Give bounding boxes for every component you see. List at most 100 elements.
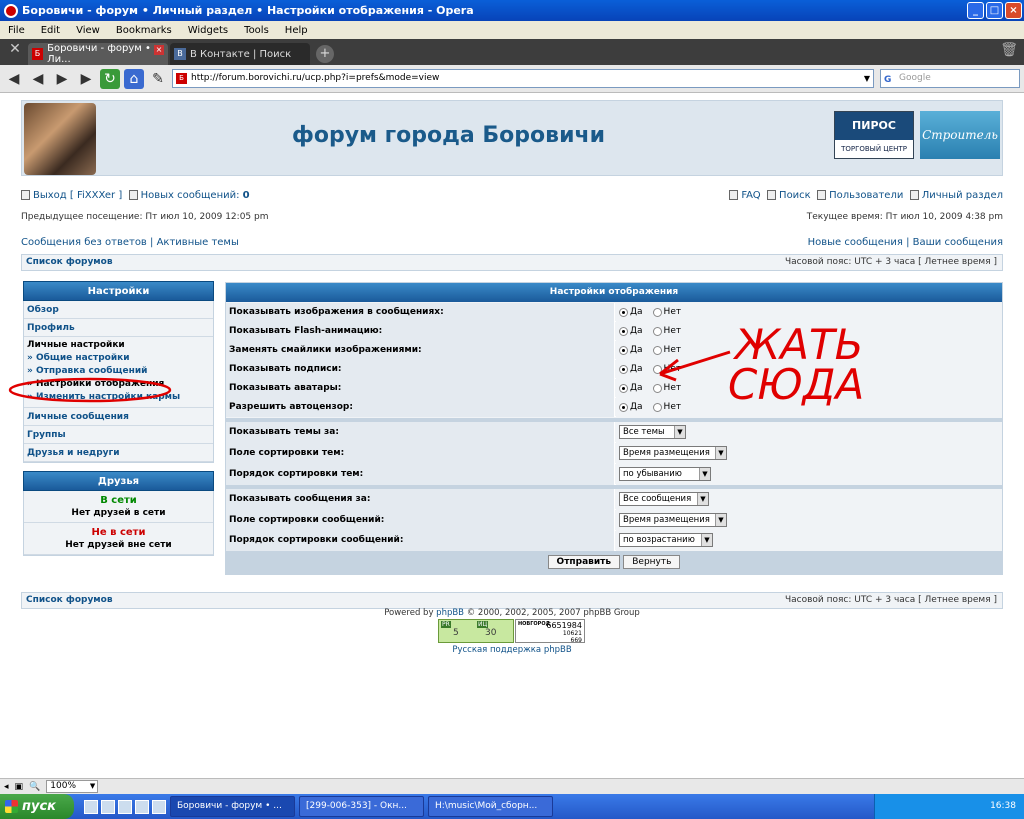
topic-sort-key-select[interactable]: Время размещения ▼ xyxy=(619,445,727,460)
ql-icon[interactable] xyxy=(84,799,98,814)
topic-sort-dir-select[interactable]: по убыванию ▼ xyxy=(619,466,711,481)
rewind-icon[interactable]: ◀ xyxy=(28,69,48,89)
your-posts-link[interactable]: Ваши сообщения xyxy=(913,237,1003,248)
no-radio[interactable] xyxy=(652,345,662,355)
sidebar-item-friends-foes[interactable]: Друзья и недруги xyxy=(24,444,213,462)
forward-icon[interactable]: ▶ xyxy=(52,69,72,89)
sidebar-item-overview[interactable]: Обзор xyxy=(24,301,213,319)
window-titlebar: Боровичи - форум • Личный раздел • Настр… xyxy=(0,0,1024,21)
address-bar[interactable]: Б http://forum.borovichi.ru/ucp.php?i=pr… xyxy=(172,69,874,88)
no-radio[interactable] xyxy=(652,364,662,374)
address-dropdown-icon[interactable]: ▼ xyxy=(864,70,870,87)
back-icon[interactable]: ◀ xyxy=(4,69,24,89)
post-sort-dir-select[interactable]: по возрастанию ▼ xyxy=(619,532,713,547)
chevron-down-icon: ▼ xyxy=(699,467,710,480)
sidebar-item-karma[interactable]: » Изменить настройки кармы xyxy=(27,391,210,404)
hit-counter[interactable]: НОВГОРОД 6651984 10621 669 xyxy=(515,619,585,644)
users-link[interactable]: Пользователи xyxy=(829,190,903,201)
forum-index-link[interactable]: Список форумов xyxy=(26,257,113,267)
trash-icon[interactable]: 🗑 xyxy=(1000,42,1018,58)
ql-icon[interactable] xyxy=(101,799,115,814)
logout-link[interactable]: Выход [ FiXXXer ] xyxy=(33,190,122,201)
reload-icon[interactable]: ↻ xyxy=(100,68,120,89)
edit-icon[interactable]: ✎ xyxy=(148,69,168,89)
yes-radio[interactable] xyxy=(619,402,628,412)
post-days-select[interactable]: Все сообщения ▼ xyxy=(619,491,709,506)
new-posts-link[interactable]: Новые сообщения xyxy=(808,237,903,248)
post-sort-key-select[interactable]: Время размещения ▼ xyxy=(619,512,727,527)
home-icon[interactable]: ⌂ xyxy=(124,68,144,89)
search-link[interactable]: Поиск xyxy=(779,190,811,201)
maximize-button[interactable]: □ xyxy=(986,2,1003,19)
new-tab-button[interactable]: + xyxy=(316,45,334,63)
stroitel-banner[interactable]: Строитель xyxy=(920,111,1000,159)
menu-widgets[interactable]: Widgets xyxy=(180,25,236,36)
forum-index-link-bottom[interactable]: Список форумов xyxy=(26,595,113,605)
zoom-select[interactable]: 100% ▼ xyxy=(46,780,99,793)
counters: PR 5 ИЦ 30 НОВГОРОД 6651984 10621 669 xyxy=(438,619,585,644)
search-input[interactable]: G Google xyxy=(880,69,1020,88)
sidebar-item-display[interactable]: » Настройки отображения xyxy=(27,378,210,391)
task-icq[interactable]: [299-006-353] - Окн... xyxy=(299,796,424,817)
topic-days-value: Все темы xyxy=(623,426,665,437)
no-label: Нет xyxy=(663,345,682,355)
ql-icon[interactable] xyxy=(118,799,132,814)
russian-support-link[interactable]: Русская поддержка phpBB xyxy=(0,645,1024,655)
zoom-value: 100% xyxy=(50,781,76,791)
no-radio[interactable] xyxy=(652,307,662,317)
system-tray: 16:38 xyxy=(874,794,1024,819)
site-title: форум города Боровичи xyxy=(292,123,606,148)
reset-button[interactable]: Вернуть xyxy=(623,555,681,569)
menu-file[interactable]: File xyxy=(0,25,33,36)
ql-icon[interactable] xyxy=(152,799,166,814)
setting-label: Порядок сортировки сообщений: xyxy=(226,531,615,551)
tab-vkontakte[interactable]: B В Контакте | Поиск xyxy=(170,43,310,65)
fast-forward-icon[interactable]: ▶ xyxy=(76,69,96,89)
sidebar-item-pm[interactable]: Личные сообщения xyxy=(24,408,213,426)
close-window-button[interactable]: × xyxy=(1005,2,1022,19)
sidebar-item-groups[interactable]: Группы xyxy=(24,426,213,444)
tab-forum-label: Боровичи - форум • Ли... xyxy=(47,43,151,65)
topic-sort-key-value: Время размещения xyxy=(623,447,710,458)
menu-bookmarks[interactable]: Bookmarks xyxy=(108,25,180,36)
start-button[interactable]: пуск xyxy=(0,794,74,819)
no-radio[interactable] xyxy=(652,326,662,336)
faq-icon xyxy=(729,190,739,200)
minimize-button[interactable]: _ xyxy=(967,2,984,19)
topic-days-select[interactable]: Все темы ▼ xyxy=(619,424,686,439)
yes-radio[interactable] xyxy=(619,383,628,393)
sidebar-item-general[interactable]: » Общие настройки xyxy=(27,352,210,365)
phpbb-link[interactable]: phpBB xyxy=(436,608,464,618)
address-url: http://forum.borovichi.ru/ucp.php?i=pref… xyxy=(191,73,440,83)
ql-icon[interactable] xyxy=(135,799,149,814)
menu-view[interactable]: View xyxy=(68,25,108,36)
panel-toggle-icon[interactable]: ◂ xyxy=(4,782,9,792)
faq-link[interactable]: FAQ xyxy=(741,190,760,201)
active-topics-link[interactable]: Активные темы xyxy=(157,237,239,248)
sidebar-item-profile[interactable]: Профиль xyxy=(24,319,213,337)
yes-radio[interactable] xyxy=(619,364,628,374)
new-messages-link[interactable]: Новых сообщений: xyxy=(141,190,240,201)
sidebar-prefs-heading[interactable]: Личные настройки xyxy=(27,340,210,350)
unanswered-link[interactable]: Сообщения без ответов xyxy=(21,237,147,248)
yes-radio[interactable] xyxy=(619,345,628,355)
submit-button[interactable]: Отправить xyxy=(547,555,621,569)
no-radio[interactable] xyxy=(652,402,662,412)
sidebar-item-posting[interactable]: » Отправка сообщений xyxy=(27,365,210,378)
menu-edit[interactable]: Edit xyxy=(33,25,68,36)
yes-radio[interactable] xyxy=(619,326,628,336)
close-tab-icon[interactable]: × xyxy=(154,45,164,55)
task-opera[interactable]: Боровичи - форум • ... xyxy=(170,796,295,817)
menu-help[interactable]: Help xyxy=(277,25,316,36)
task-music[interactable]: H:\music\Мой_сборн... xyxy=(428,796,553,817)
camera-icon[interactable]: ▣ xyxy=(15,782,24,792)
menu-tools[interactable]: Tools xyxy=(236,25,277,36)
pr-counter[interactable]: PR 5 ИЦ 30 xyxy=(438,619,514,643)
tab-forum[interactable]: Б Боровичи - форум • Ли... × xyxy=(28,43,168,65)
no-radio[interactable] xyxy=(652,383,662,393)
ucp-link[interactable]: Личный раздел xyxy=(922,190,1003,201)
ci-label: ИЦ xyxy=(477,621,489,628)
tools-icon[interactable]: ✕ xyxy=(4,41,26,63)
yes-radio[interactable] xyxy=(619,307,628,317)
piros-banner[interactable]: ПИРОС ТОРГОВЫЙ ЦЕНТР xyxy=(834,111,914,159)
